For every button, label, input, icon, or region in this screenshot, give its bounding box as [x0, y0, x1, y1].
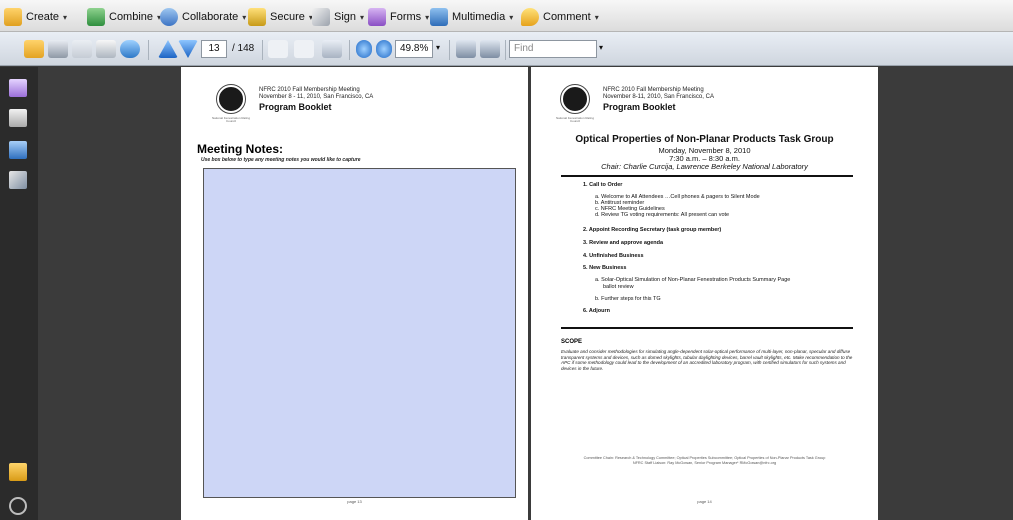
comment-label: Comment [543, 11, 591, 23]
document-page-13: National Fenestration Rating Council NFR… [181, 67, 528, 520]
comments-panel-icon[interactable] [9, 463, 27, 481]
chevron-down-icon: ▾ [360, 12, 365, 22]
chevron-down-icon: ▾ [425, 12, 430, 22]
nfrc-logo [560, 84, 590, 114]
agenda-item: 1. Call to Order [583, 182, 623, 188]
collaborate-button[interactable]: Collaborate ▾ [160, 7, 246, 27]
combine-label: Combine [109, 11, 154, 23]
agenda-chair: Chair: Charlie Curcija, Lawrence Berkele… [601, 162, 808, 171]
marquee-zoom-icon[interactable] [322, 40, 342, 58]
find-dropdown-icon[interactable]: ▾ [599, 43, 603, 52]
navigation-toolbar: 13 / 148 49.8% ▾ Find ▾ [0, 32, 1013, 66]
print-icon[interactable] [48, 40, 68, 58]
forms-icon [368, 8, 386, 26]
agenda-subitem: b. Further steps for this TG [595, 296, 661, 302]
comment-button[interactable]: Comment ▾ [521, 7, 599, 27]
attachments-panel-icon[interactable] [9, 109, 27, 127]
divider [561, 175, 853, 177]
create-label: Create [26, 11, 60, 23]
page-number: page 14 [697, 499, 712, 504]
zoom-level-field[interactable]: 49.8% [395, 40, 433, 58]
document-page-14: National Fenestration Rating Council NFR… [531, 67, 878, 520]
page-number-input[interactable]: 13 [201, 40, 227, 58]
forms-label: Forms [390, 11, 422, 23]
tasks-toolbar: Create ▾ Combine ▾ Collaborate ▾ Secure … [0, 0, 1013, 32]
meeting-notes-title: Meeting Notes: [197, 142, 284, 156]
agenda-item: 6. Adjourn [583, 308, 610, 314]
chevron-down-icon: ▾ [594, 12, 599, 22]
share-icon[interactable] [120, 40, 140, 58]
find-input[interactable]: Find [509, 40, 597, 58]
footer-line: NFRC Staff Liaison: Ray McGowan, Senior … [632, 461, 777, 465]
secure-button[interactable]: Secure ▾ [248, 7, 313, 27]
bookmarks-panel-icon[interactable] [9, 141, 27, 159]
save-icon[interactable] [72, 40, 92, 58]
chevron-down-icon: ▾ [242, 12, 247, 22]
fit-page-icon[interactable] [456, 40, 476, 58]
sign-button[interactable]: Sign ▾ [312, 7, 364, 27]
secure-icon [248, 8, 266, 26]
full-screen-icon[interactable] [480, 40, 500, 58]
page-number: page 13 [347, 499, 362, 504]
zoom-dropdown-icon[interactable]: ▾ [436, 43, 440, 52]
comment-icon [521, 8, 539, 26]
scope-title: SCOPE [561, 339, 583, 345]
secure-label: Secure [270, 11, 305, 23]
email-icon[interactable] [96, 40, 116, 58]
header-date: November 8-11, 2010, San Francisco, CA [603, 94, 714, 100]
divider [561, 327, 853, 329]
combine-button[interactable]: Combine ▾ [87, 7, 161, 27]
next-page-icon[interactable] [178, 40, 198, 58]
logo-caption: National Fenestration Rating Council [555, 116, 595, 123]
meeting-notes-instructions: Use box below to type any meeting notes … [201, 157, 361, 163]
multimedia-button[interactable]: Multimedia ▾ [430, 7, 513, 27]
sign-label: Sign [334, 11, 357, 23]
agenda-item: 3. Review and approve agenda [583, 240, 664, 246]
header-title: Program Booklet [603, 102, 676, 112]
select-tool-icon[interactable] [268, 40, 288, 58]
hand-tool-icon[interactable] [294, 40, 314, 58]
agenda-item: 2. Appoint Recording Secretary (task gro… [583, 227, 722, 233]
zoom-out-icon[interactable] [356, 40, 372, 58]
combine-icon [87, 8, 105, 26]
header-date: November 8 - 11, 2010, San Francisco, CA [259, 94, 374, 100]
forms-button[interactable]: Forms ▾ [368, 7, 429, 27]
chevron-down-icon: ▾ [63, 12, 68, 22]
agenda-subitem: a. Solar-Optical Simulation of Non-Plana… [595, 277, 791, 283]
prev-page-icon[interactable] [158, 40, 178, 58]
agenda-subitem: ballot review [603, 284, 634, 290]
nfrc-logo [216, 84, 246, 114]
pages-panel-icon[interactable] [9, 79, 27, 97]
agenda-title: Optical Properties of Non-Planar Product… [575, 134, 834, 145]
page-footer: Committee Chain: Research & Technology C… [539, 456, 870, 466]
agenda-item: 4. Unfinished Business [583, 253, 644, 259]
open-icon[interactable] [24, 40, 44, 58]
sign-icon [312, 8, 330, 26]
collaborate-icon [160, 8, 178, 26]
signatures-panel-icon[interactable] [9, 171, 27, 189]
logo-caption: National Fenestration Rating Council [211, 116, 251, 123]
header-meeting: NFRC 2010 Fall Membership Meeting [603, 87, 704, 93]
create-button[interactable]: Create ▾ [4, 7, 67, 27]
collaborate-label: Collaborate [182, 11, 239, 23]
paperclip-icon[interactable] [9, 497, 27, 515]
header-meeting: NFRC 2010 Fall Membership Meeting [259, 87, 360, 93]
page-count: / 148 [232, 43, 255, 54]
chevron-down-icon: ▾ [509, 12, 514, 22]
zoom-in-icon[interactable] [376, 40, 392, 58]
agenda-item: 5. New Business [583, 265, 627, 271]
create-icon [4, 8, 22, 26]
navigation-pane [0, 67, 38, 520]
multimedia-label: Multimedia [452, 11, 506, 23]
header-title: Program Booklet [259, 102, 332, 112]
scope-text: Evaluate and consider methodologies for … [561, 349, 853, 371]
meeting-notes-field[interactable] [203, 168, 516, 498]
multimedia-icon [430, 8, 448, 26]
agenda-subitem: d. Review TG voting requirements: All pr… [595, 212, 730, 218]
